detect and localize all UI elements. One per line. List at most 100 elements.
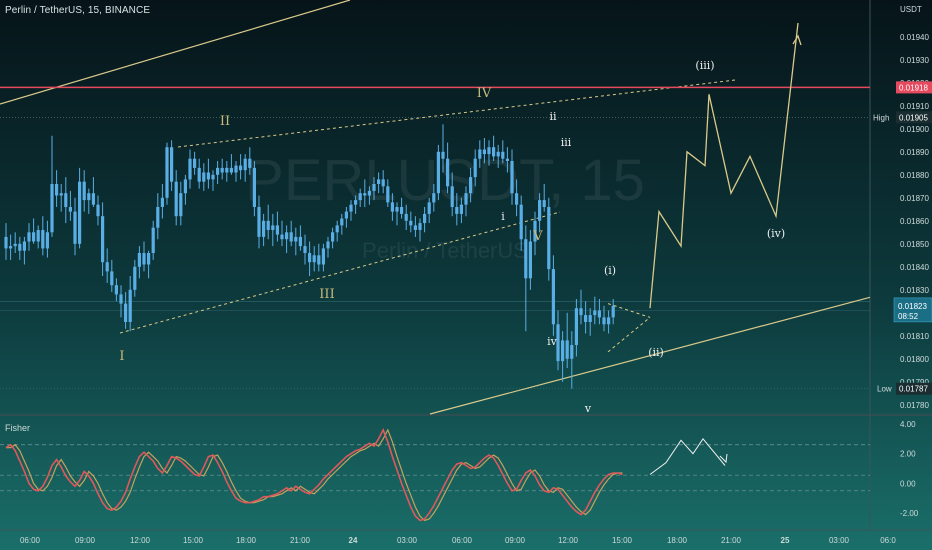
price-tick-label: 0.01810 (900, 332, 929, 341)
price-tick-label: 0.01880 (900, 171, 929, 180)
time-tick-label: 24 (349, 536, 358, 545)
candle-body (41, 230, 45, 249)
candle-body (64, 193, 68, 207)
time-tick-label: 03:00 (829, 536, 850, 545)
price-tick-label: 0.01800 (900, 355, 929, 364)
wave-label-major: I (119, 349, 124, 364)
candle-body (441, 151, 445, 159)
wave-label-minor: v (584, 402, 592, 415)
candle-body (142, 253, 146, 265)
candle-body (409, 220, 413, 226)
candle-body (298, 236, 302, 247)
candle-body (510, 161, 514, 194)
candle-body (542, 200, 546, 207)
candle-body (211, 174, 215, 180)
candle-body (335, 225, 339, 233)
candle-body (27, 232, 31, 242)
candle-body (275, 225, 279, 235)
candle-body (266, 220, 270, 230)
candle-body (538, 200, 542, 221)
candle-body (133, 266, 137, 290)
chart-stage[interactable]: PERLUSDT, 15 Perlin / TetherUS I II III IV Vi i… (0, 0, 932, 550)
candle-body (197, 167, 201, 182)
candle-body (561, 340, 565, 362)
wave-label-projected: (ii) (648, 346, 664, 359)
candle-body (137, 253, 141, 267)
candle-body (234, 165, 238, 173)
candle-body (32, 232, 36, 242)
candle-body (280, 234, 284, 240)
candle-body (565, 340, 569, 359)
candle-body (459, 204, 463, 214)
candle-body (326, 241, 330, 249)
price-tick-label: 0.01910 (900, 102, 929, 111)
candle-body (96, 204, 100, 217)
candle-body (377, 179, 381, 184)
candle-body (607, 317, 611, 325)
candle-body (68, 207, 72, 212)
time-tick-label: 09:00 (75, 536, 96, 545)
time-tick-label: 18:00 (236, 536, 257, 545)
candle-body (174, 181, 178, 217)
candle-body (4, 236, 8, 249)
candle-body (312, 255, 316, 263)
candle-body (248, 158, 252, 168)
candle-body (13, 243, 17, 247)
price-chart-svg[interactable]: PERLUSDT, 15Perlin / TetherUSIIIIIIIVVii… (0, 0, 932, 550)
fisher-title: Fisher (5, 423, 30, 433)
candle-body (354, 200, 358, 205)
candle-body (271, 225, 275, 230)
candle-body (473, 158, 477, 178)
candle-body (436, 151, 440, 194)
candle-body (45, 232, 49, 249)
candle-body (110, 271, 114, 286)
time-tick-label: 15:00 (183, 536, 204, 545)
candle-body (202, 172, 206, 182)
candle-body (179, 193, 183, 217)
candle-body (170, 147, 174, 182)
fisher-tick-label: 4.00 (900, 420, 916, 429)
candle-body (321, 248, 325, 265)
price-tick-label: 0.01830 (900, 286, 929, 295)
fisher-tick-label: -2.00 (900, 509, 919, 518)
candle-body (404, 213, 408, 221)
candle-body (262, 220, 266, 237)
candle-body (183, 179, 187, 194)
candle-body (59, 193, 63, 196)
time-tick-label: 15:00 (612, 536, 633, 545)
candle-body (206, 172, 210, 180)
candle-body (395, 207, 399, 212)
candle-body (602, 317, 606, 325)
wave-label-major: III (319, 287, 334, 302)
candle-body (105, 262, 109, 272)
price-axis-currency: USDT (900, 5, 922, 14)
candle-body (229, 167, 233, 173)
wave-label-minor: iv (547, 335, 558, 348)
candle-body (400, 207, 404, 214)
high-label: High (873, 113, 889, 122)
candle-body (289, 232, 293, 242)
candle-body (547, 207, 551, 270)
candle-body (487, 147, 491, 155)
candle-body (611, 305, 615, 318)
candle-body (22, 241, 26, 251)
candle-body (87, 193, 91, 201)
candle-body (464, 193, 468, 205)
price-tick-label: 0.01860 (900, 217, 929, 226)
candle-body (239, 165, 243, 171)
candle-body (579, 308, 583, 316)
candle-body (78, 181, 82, 244)
symbol-title: Perlin / TetherUS, 15, BINANCE (5, 5, 151, 16)
fisher-tick-label: 2.00 (900, 450, 916, 459)
candle-body (556, 324, 560, 362)
wave-label-projected: (iv) (767, 227, 785, 240)
candle-body (349, 204, 353, 212)
candle-body (432, 193, 436, 203)
candle-body (597, 310, 601, 318)
wave-label-projected: (iii) (695, 59, 714, 72)
candle-body (363, 193, 367, 196)
candle-body (413, 225, 417, 230)
candle-body (82, 181, 86, 201)
candle-body (418, 223, 422, 230)
candle-body (482, 149, 486, 155)
